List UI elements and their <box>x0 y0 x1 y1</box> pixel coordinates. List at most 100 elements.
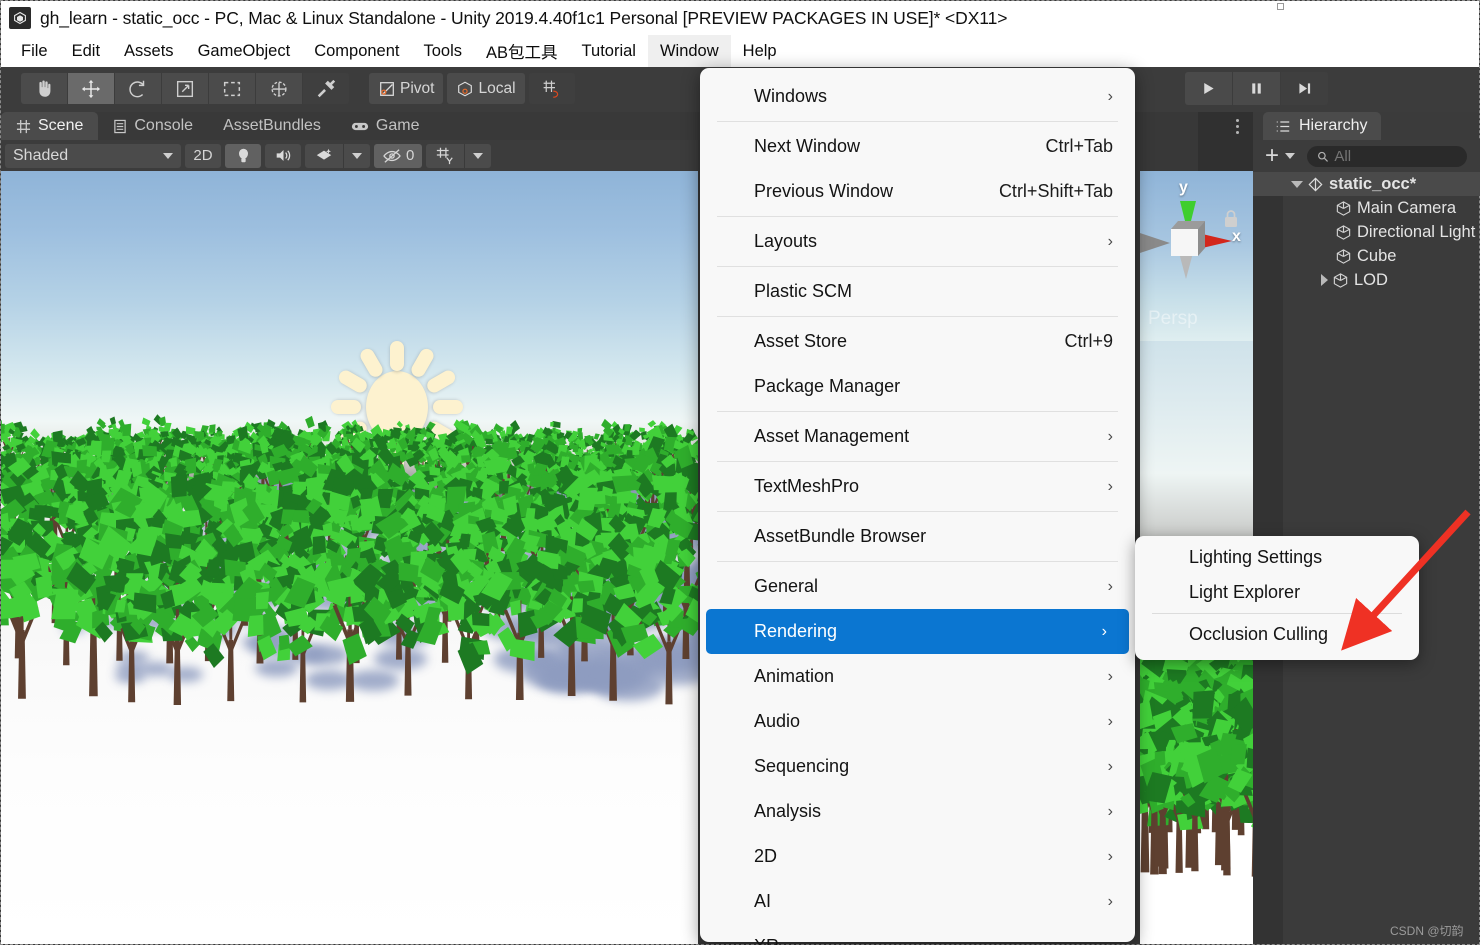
rect-tool-button[interactable] <box>209 73 255 104</box>
mode-2d-label: 2D <box>193 147 213 164</box>
hierarchy-item-label: Directional Light <box>1357 222 1476 241</box>
collapse-triangle-icon[interactable] <box>1321 274 1328 286</box>
menubar-item-tutorial[interactable]: Tutorial <box>570 35 648 67</box>
menu-item-windows[interactable]: Windows › <box>700 74 1135 119</box>
menu-item-xr[interactable]: XR › <box>700 924 1135 945</box>
menubar-item-help[interactable]: Help <box>731 35 789 67</box>
menu-item-analysis[interactable]: Analysis › <box>700 789 1135 834</box>
add-gameobject-button[interactable]: + <box>1265 144 1279 168</box>
menu-item-layouts[interactable]: Layouts › <box>700 219 1135 264</box>
hierarchy-item-label: LOD <box>1354 270 1388 289</box>
menu-item-plastic-scm[interactable]: Plastic SCM <box>700 269 1135 314</box>
hierarchy-item-label: Main Camera <box>1357 198 1457 217</box>
menu-item-shortcut: Ctrl+Tab <box>1045 136 1113 156</box>
hand-tool-button[interactable] <box>21 73 67 104</box>
menu-item-ai[interactable]: AI › <box>700 879 1135 924</box>
perspective-label[interactable]: Persp <box>1148 308 1198 330</box>
tab-game[interactable]: Game <box>336 112 435 140</box>
menubar-item-tools[interactable]: Tools <box>412 35 475 67</box>
annotation-arrow <box>1341 509 1471 651</box>
hierarchy-search[interactable] <box>1307 145 1468 167</box>
menu-item-2d[interactable]: 2D › <box>700 834 1135 879</box>
tab-label: Game <box>375 117 420 134</box>
grid-snapping-button[interactable] <box>528 73 575 104</box>
scene-lighting-toggle[interactable] <box>225 143 261 168</box>
local-label: Local <box>478 79 516 97</box>
hierarchy-item-cube[interactable]: Cube <box>1253 244 1480 268</box>
menubar-item-file[interactable]: File <box>9 35 60 67</box>
menu-bar: File Edit Assets GameObject Component Tools AB… <box>1 35 1479 67</box>
chevron-down-icon[interactable] <box>1285 153 1296 159</box>
menubar-item-assets[interactable]: Assets <box>112 35 186 67</box>
hierarchy-search-input[interactable] <box>1334 147 1458 165</box>
scene-grid-dropdown[interactable] <box>465 143 492 168</box>
menubar-item-gameobject[interactable]: GameObject <box>186 35 303 67</box>
toggle-2d-button[interactable]: 2D <box>185 143 221 168</box>
menu-item-textmeshpro[interactable]: TextMeshPro › <box>700 464 1135 509</box>
tab-console[interactable]: Console <box>98 112 208 140</box>
scene-grid-toggle[interactable] <box>426 143 465 168</box>
menu-item-general[interactable]: General › <box>700 564 1135 609</box>
draw-mode-dropdown[interactable]: Shaded <box>5 143 181 168</box>
tab-hierarchy[interactable]: Hierarchy <box>1263 112 1382 140</box>
hidden-objects-toggle[interactable]: 0 <box>374 143 423 168</box>
gameobject-icon <box>1335 200 1352 217</box>
console-icon <box>113 119 127 134</box>
transform-tool-button[interactable] <box>256 73 302 104</box>
scene-fx-dropdown[interactable] <box>344 143 370 168</box>
scale-tool-button[interactable] <box>162 73 208 104</box>
scene-fx-toggle[interactable] <box>305 143 343 168</box>
move-tool-button[interactable] <box>68 73 114 104</box>
grid-icon <box>16 119 31 134</box>
hierarchy-item-static_occ[interactable]: static_occ* <box>1253 172 1480 196</box>
gizmo-axis-y-label: y <box>1179 179 1188 196</box>
watermark: CSDN @切韵 <box>1390 924 1464 938</box>
menu-item-animation[interactable]: Animation › <box>700 654 1135 699</box>
window-title: gh_learn - static_occ - PC, Mac & Linux … <box>40 7 1008 28</box>
chevron-right-icon: › <box>1107 892 1113 910</box>
pause-button[interactable] <box>1233 72 1280 105</box>
custom-editor-tool-button[interactable] <box>303 73 349 104</box>
expand-triangle-icon[interactable] <box>1291 180 1303 188</box>
menubar-item-window[interactable]: Window <box>647 35 731 67</box>
menu-separator <box>717 266 1118 267</box>
menu-item-previous-window[interactable]: Previous Window Ctrl+Shift+Tab <box>700 169 1135 214</box>
menubar-item-edit[interactable]: Edit <box>60 35 112 67</box>
menu-item-package-manager[interactable]: Package Manager <box>700 364 1135 409</box>
gamepad-icon <box>351 120 369 133</box>
menu-item-asset-management[interactable]: Asset Management › <box>700 414 1135 459</box>
menu-item-asset-store[interactable]: Asset Store Ctrl+9 <box>700 319 1135 364</box>
scene-panel-options-button[interactable] <box>1226 114 1248 138</box>
tab-assetbundles[interactable]: AssetBundles <box>208 112 336 140</box>
step-button[interactable] <box>1281 72 1328 105</box>
menubar-item-ab包工具[interactable]: AB包工具 <box>474 35 570 67</box>
gameobject-icon <box>1335 248 1352 265</box>
hierarchy-item-directionallight[interactable]: Directional Light <box>1253 220 1480 244</box>
menu-item-next-window[interactable]: Next Window Ctrl+Tab <box>700 124 1135 169</box>
local-toggle[interactable]: Local <box>447 73 525 104</box>
menu-item-audio[interactable]: Audio › <box>700 699 1135 744</box>
tab-scene[interactable]: Scene <box>1 112 99 140</box>
lock-icon[interactable] <box>1222 208 1240 230</box>
hierarchy-item-maincamera[interactable]: Main Camera <box>1253 196 1480 220</box>
chevron-right-icon: › <box>1107 802 1113 820</box>
pivot-group: Pivot Local <box>369 73 575 104</box>
window-resize-handle[interactable] <box>1277 3 1284 10</box>
scene-view[interactable] <box>1 171 698 944</box>
speaker-icon <box>276 149 290 162</box>
play-button[interactable] <box>1185 72 1232 105</box>
scene-audio-toggle[interactable] <box>265 143 301 168</box>
menu-item-label: Analysis <box>754 801 822 821</box>
hierarchy-item-label: Cube <box>1357 246 1397 265</box>
hierarchy-icon <box>1276 120 1290 132</box>
menu-item-label: TextMeshPro <box>754 476 860 496</box>
menu-item-assetbundle-browser[interactable]: AssetBundle Browser <box>700 514 1135 559</box>
rotate-tool-button[interactable] <box>115 73 161 104</box>
pivot-toggle[interactable]: Pivot <box>369 73 444 104</box>
hierarchy-item-lod[interactable]: LOD <box>1253 268 1480 292</box>
chevron-right-icon: › <box>1107 757 1113 775</box>
menu-item-sequencing[interactable]: Sequencing › <box>700 744 1135 789</box>
menubar-item-component[interactable]: Component <box>302 35 411 67</box>
menu-item-label: AI <box>754 891 772 911</box>
menu-item-rendering[interactable]: Rendering › <box>706 609 1129 654</box>
